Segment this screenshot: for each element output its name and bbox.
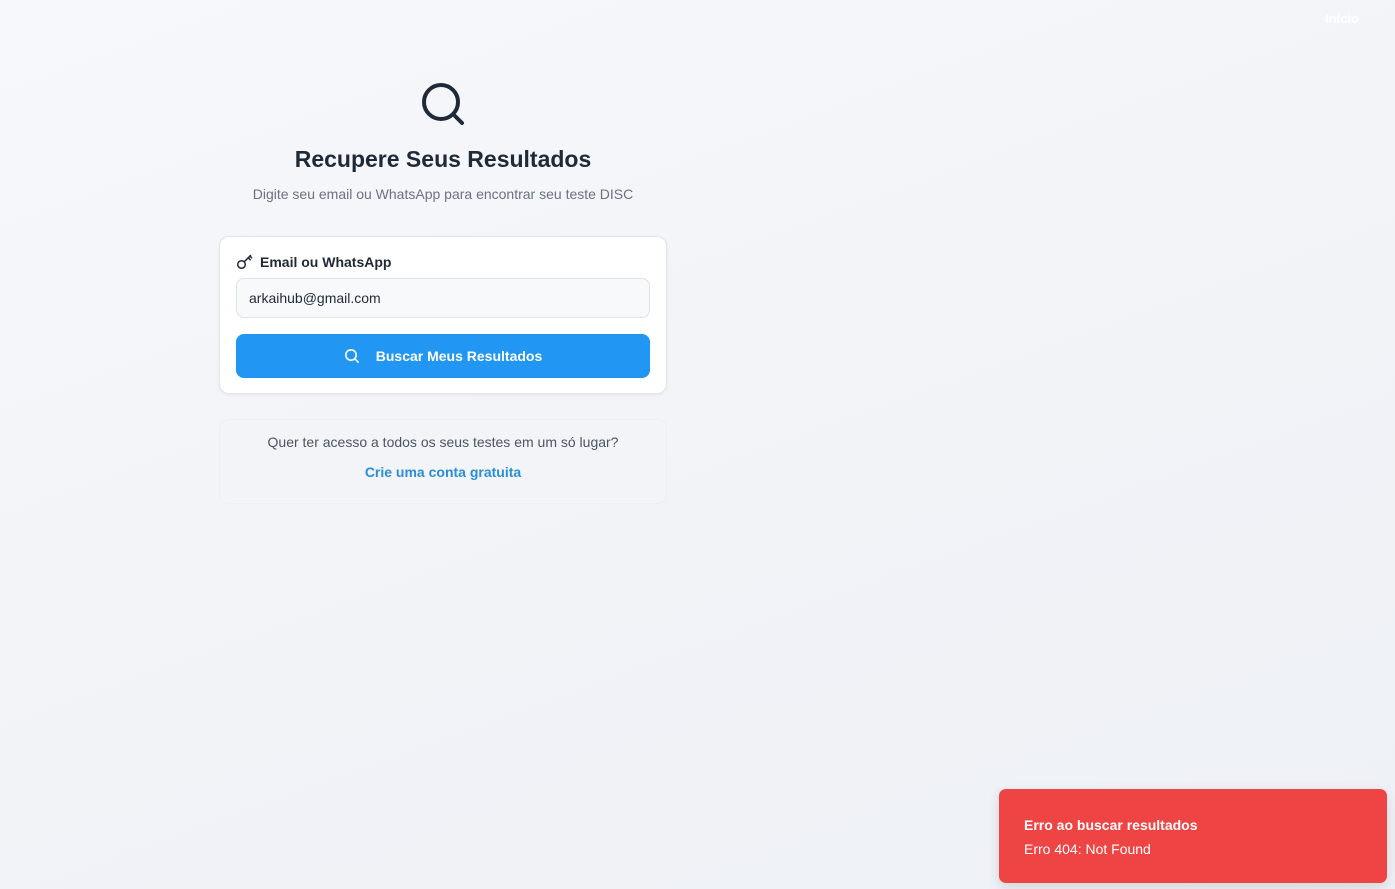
signup-prompt: Quer ter acesso a todos os seus testes e…: [267, 434, 619, 450]
field-label-row: Email ou WhatsApp: [236, 253, 391, 270]
search-icon: [344, 349, 359, 363]
page-subtitle: Digite seu email ou WhatsApp para encont…: [252, 186, 634, 202]
email-whatsapp-input[interactable]: [236, 278, 650, 318]
key-icon: [236, 254, 253, 270]
toast-title: Erro ao buscar resultados: [1024, 817, 1198, 833]
page-title: Recupere Seus Resultados: [294, 146, 592, 172]
toast-description: Erro 404: Not Found: [1024, 841, 1151, 857]
search-results-button[interactable]: Buscar Meus Resultados: [236, 334, 650, 378]
home-link[interactable]: Início: [1325, 11, 1359, 26]
search-results-button-label: Buscar Meus Resultados: [375, 348, 543, 364]
email-whatsapp-label: Email ou WhatsApp: [260, 253, 392, 270]
search-form-card: Email ou WhatsApp Buscar Meus Resultados: [219, 236, 667, 394]
error-toast[interactable]: Erro ao buscar resultados Erro 404: Not …: [999, 789, 1387, 883]
create-account-link[interactable]: Crie uma conta gratuita: [220, 464, 666, 480]
search-icon: [422, 83, 464, 125]
signup-card: Quer ter acesso a todos os seus testes e…: [219, 419, 667, 504]
